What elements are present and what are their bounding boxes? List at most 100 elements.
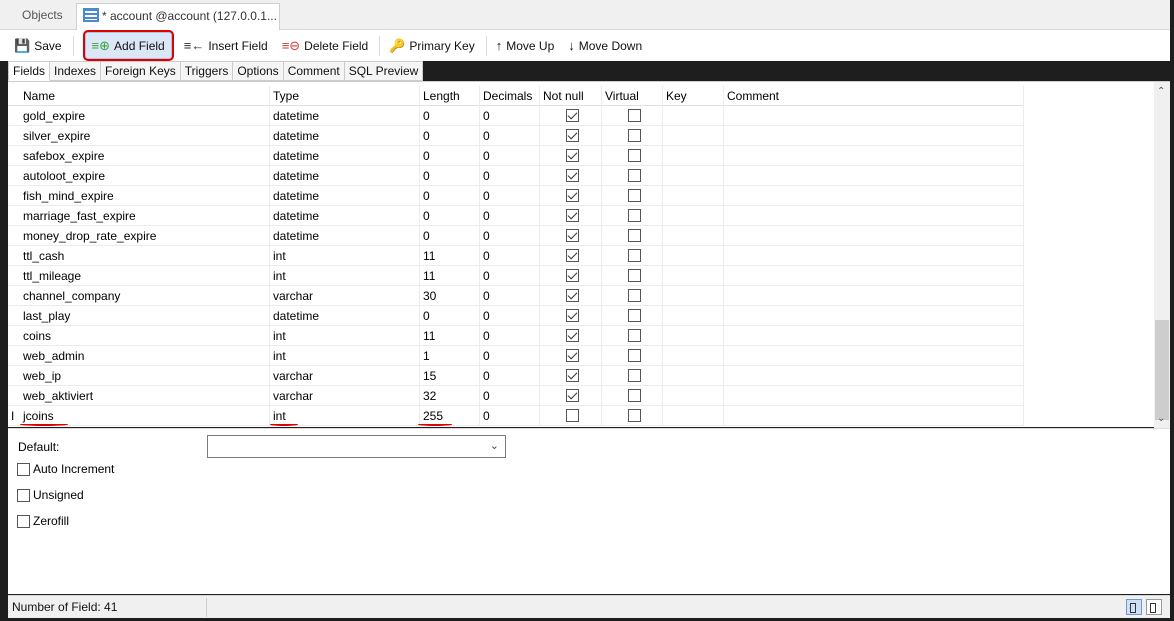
field-type-cell[interactable]: int — [270, 246, 420, 266]
field-row[interactable]: gold_expire datetime 0 0 — [8, 106, 1024, 126]
field-type-cell[interactable]: varchar — [270, 386, 420, 406]
field-comment-cell[interactable] — [724, 206, 1024, 226]
header-decimals[interactable]: Decimals — [480, 86, 540, 106]
auto-increment-box[interactable] — [17, 462, 30, 476]
tab-fields[interactable]: Fields — [8, 61, 51, 81]
header-name[interactable]: Name — [20, 86, 270, 106]
not-null-checkbox[interactable] — [566, 409, 579, 422]
field-name-cell[interactable]: channel_company — [20, 286, 270, 306]
insert-field-button[interactable]: ≡← Insert Field — [178, 32, 274, 59]
header-comment[interactable]: Comment — [724, 86, 1024, 106]
field-key-cell[interactable] — [663, 246, 724, 266]
virtual-checkbox[interactable] — [628, 289, 641, 302]
field-row[interactable]: money_drop_rate_expire datetime 0 0 — [8, 226, 1024, 246]
field-type-cell[interactable]: datetime — [270, 146, 420, 166]
field-row[interactable]: ttl_mileage int 11 0 — [8, 266, 1024, 286]
field-comment-cell[interactable] — [724, 346, 1024, 366]
tab-foreign-keys[interactable]: Foreign Keys — [101, 61, 181, 81]
field-name-cell[interactable]: ttl_cash — [20, 246, 270, 266]
field-decimals-cell[interactable]: 0 — [480, 246, 540, 266]
field-comment-cell[interactable] — [724, 146, 1024, 166]
field-decimals-cell[interactable]: 0 — [480, 106, 540, 126]
field-row[interactable]: channel_company varchar 30 0 — [8, 286, 1024, 306]
tab-options[interactable]: Options — [233, 61, 284, 81]
field-comment-cell[interactable] — [724, 406, 1024, 426]
scroll-up-icon[interactable]: ⌃ — [1157, 86, 1165, 97]
field-key-cell[interactable] — [663, 226, 724, 246]
tab-triggers[interactable]: Triggers — [180, 61, 234, 81]
virtual-checkbox[interactable] — [628, 229, 641, 242]
field-comment-cell[interactable] — [724, 366, 1024, 386]
field-row[interactable]: jcoins int 255 0 I — [8, 406, 1024, 426]
field-key-cell[interactable] — [663, 146, 724, 166]
field-key-cell[interactable] — [663, 406, 724, 426]
not-null-checkbox[interactable] — [566, 189, 579, 202]
field-name-cell[interactable]: gold_expire — [20, 106, 270, 126]
virtual-checkbox[interactable] — [628, 169, 641, 182]
not-null-checkbox[interactable] — [566, 309, 579, 322]
field-comment-cell[interactable] — [724, 186, 1024, 206]
field-key-cell[interactable] — [663, 206, 724, 226]
field-row[interactable]: ttl_cash int 11 0 — [8, 246, 1024, 266]
not-null-checkbox[interactable] — [566, 349, 579, 362]
field-name-cell[interactable]: web_admin — [20, 346, 270, 366]
tab-sql-preview[interactable]: SQL Preview — [344, 61, 424, 81]
field-key-cell[interactable] — [663, 166, 724, 186]
move-down-button[interactable]: ↓ Move Down — [562, 32, 648, 59]
not-null-checkbox[interactable] — [566, 249, 579, 262]
field-type-cell[interactable]: datetime — [270, 306, 420, 326]
not-null-checkbox[interactable] — [566, 289, 579, 302]
field-decimals-cell[interactable]: 0 — [480, 346, 540, 366]
field-decimals-cell[interactable]: 0 — [480, 386, 540, 406]
not-null-checkbox[interactable] — [566, 109, 579, 122]
move-up-button[interactable]: ↑ Move Up — [490, 32, 561, 59]
field-row[interactable]: safebox_expire datetime 0 0 — [8, 146, 1024, 166]
field-name-cell[interactable]: coins — [20, 326, 270, 346]
field-length-cell[interactable]: 11 — [420, 266, 480, 286]
field-type-cell[interactable]: datetime — [270, 226, 420, 246]
field-length-cell[interactable]: 1 — [420, 346, 480, 366]
scrollbar-thumb[interactable] — [1155, 320, 1169, 420]
field-decimals-cell[interactable]: 0 — [480, 306, 540, 326]
field-key-cell[interactable] — [663, 186, 724, 206]
not-null-checkbox[interactable] — [566, 269, 579, 282]
field-comment-cell[interactable] — [724, 306, 1024, 326]
field-comment-cell[interactable] — [724, 166, 1024, 186]
virtual-checkbox[interactable] — [628, 329, 641, 342]
field-type-cell[interactable]: datetime — [270, 206, 420, 226]
field-length-cell[interactable]: 32 — [420, 386, 480, 406]
header-not-null[interactable]: Not null — [540, 86, 602, 106]
zerofill-checkbox[interactable]: Zerofill — [17, 514, 69, 528]
form-view-button[interactable] — [1146, 599, 1162, 615]
field-comment-cell[interactable] — [724, 246, 1024, 266]
field-decimals-cell[interactable]: 0 — [480, 146, 540, 166]
not-null-checkbox[interactable] — [566, 329, 579, 342]
delete-field-button[interactable]: ≡⊖ Delete Field — [276, 32, 375, 59]
virtual-checkbox[interactable] — [628, 389, 641, 402]
field-key-cell[interactable] — [663, 326, 724, 346]
field-row[interactable]: silver_expire datetime 0 0 — [8, 126, 1024, 146]
field-row[interactable]: web_aktiviert varchar 32 0 — [8, 386, 1024, 406]
field-type-cell[interactable]: datetime — [270, 126, 420, 146]
field-key-cell[interactable] — [663, 126, 724, 146]
virtual-checkbox[interactable] — [628, 369, 641, 382]
auto-increment-checkbox[interactable]: Auto Increment — [17, 462, 114, 476]
virtual-checkbox[interactable] — [628, 109, 641, 122]
field-name-cell[interactable]: web_aktiviert — [20, 386, 270, 406]
field-decimals-cell[interactable]: 0 — [480, 366, 540, 386]
field-type-cell[interactable]: int — [270, 266, 420, 286]
field-type-cell[interactable]: int — [270, 326, 420, 346]
scroll-down-icon[interactable]: ⌄ — [1157, 413, 1165, 424]
not-null-checkbox[interactable] — [566, 389, 579, 402]
field-type-cell[interactable]: varchar — [270, 286, 420, 306]
virtual-checkbox[interactable] — [628, 349, 641, 362]
field-type-cell[interactable]: varchar — [270, 366, 420, 386]
grid-view-button[interactable] — [1126, 599, 1142, 615]
field-length-cell[interactable]: 11 — [420, 246, 480, 266]
field-decimals-cell[interactable]: 0 — [480, 226, 540, 246]
unsigned-checkbox[interactable]: Unsigned — [17, 488, 84, 502]
field-length-cell[interactable]: 0 — [420, 126, 480, 146]
field-name-cell[interactable]: silver_expire — [20, 126, 270, 146]
not-null-checkbox[interactable] — [566, 169, 579, 182]
field-length-cell[interactable]: 30 — [420, 286, 480, 306]
